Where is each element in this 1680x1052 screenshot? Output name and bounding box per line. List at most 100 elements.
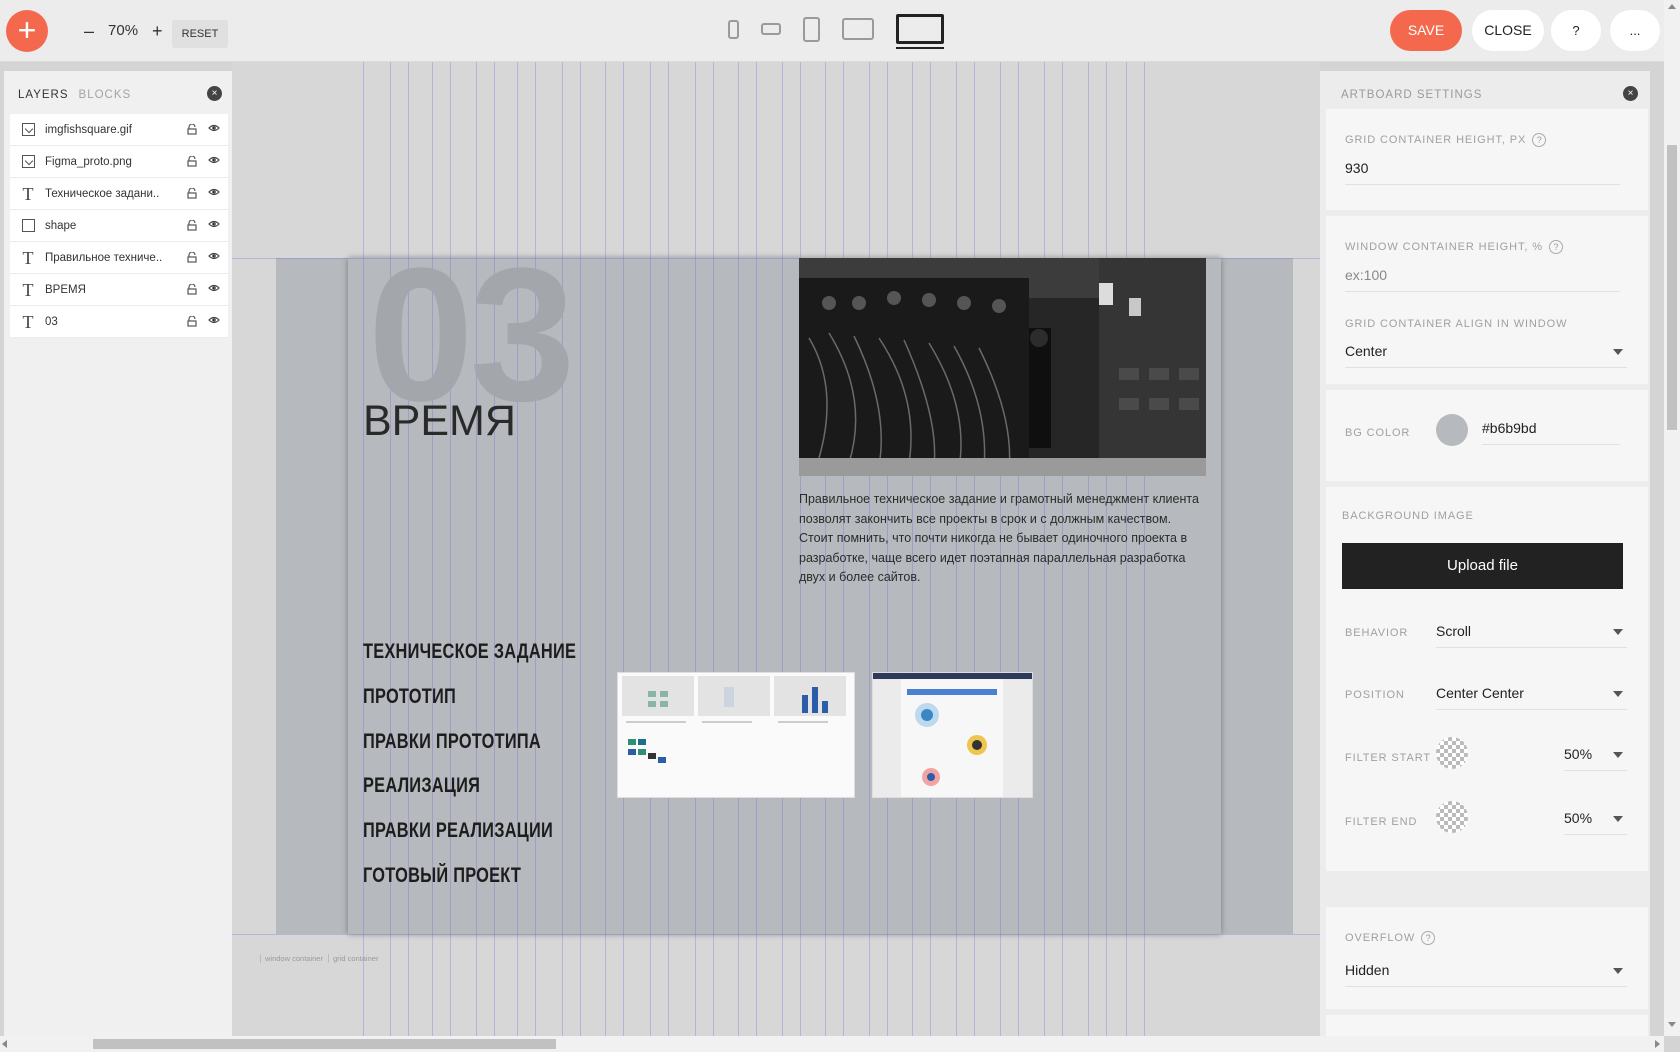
step-item[interactable]: ПРАВКИ ПРОТОТИПА bbox=[363, 730, 541, 754]
artboard-title-text[interactable]: ВРЕМЯ bbox=[363, 397, 516, 446]
eye-icon[interactable] bbox=[208, 283, 220, 296]
close-icon[interactable]: × bbox=[1623, 86, 1638, 101]
help-icon[interactable]: ? bbox=[1421, 931, 1436, 945]
behavior-select[interactable]: Scroll bbox=[1436, 623, 1627, 648]
layer-item[interactable]: T ВРЕМЯ bbox=[10, 274, 228, 306]
scroll-right-arrow-icon[interactable] bbox=[1655, 1040, 1660, 1048]
phone-landscape-icon[interactable] bbox=[761, 23, 781, 35]
layer-item[interactable]: T 03 bbox=[10, 306, 228, 338]
filter-end-swatch[interactable] bbox=[1436, 801, 1468, 833]
grid-column-guide bbox=[668, 62, 669, 1036]
grid-row-guide bbox=[232, 934, 1320, 935]
filter-end-select[interactable]: 50% bbox=[1564, 810, 1627, 835]
computer-room-photo[interactable] bbox=[799, 258, 1206, 476]
zoom-value: 70% bbox=[108, 22, 139, 39]
align-label: GRID CONTAINER ALIGN IN WINDOW bbox=[1345, 318, 1568, 330]
tab-blocks[interactable]: BLOCKS bbox=[79, 89, 132, 109]
grid-column-guide bbox=[450, 62, 451, 1036]
grid-column-guide bbox=[535, 62, 536, 1036]
filter-start-swatch[interactable] bbox=[1436, 737, 1468, 769]
panel-title: ARTBOARD SETTINGS bbox=[1341, 89, 1483, 101]
scroll-down-arrow-icon[interactable] bbox=[1668, 1022, 1676, 1027]
imgfishsquare-thumbnail[interactable] bbox=[872, 672, 1033, 798]
lock-icon[interactable] bbox=[187, 188, 197, 199]
horizontal-scroll-thumb[interactable] bbox=[93, 1039, 556, 1049]
figma-proto-thumbnail[interactable] bbox=[617, 672, 855, 798]
eye-icon[interactable] bbox=[208, 123, 220, 136]
grid-height-input[interactable]: 930 bbox=[1345, 160, 1620, 185]
eye-icon[interactable] bbox=[208, 251, 220, 264]
window-height-input[interactable]: ex:100 bbox=[1345, 267, 1620, 292]
horizontal-scrollbar[interactable] bbox=[0, 1036, 1664, 1052]
scroll-up-arrow-icon[interactable] bbox=[1668, 4, 1676, 9]
vertical-scroll-thumb[interactable] bbox=[1667, 145, 1677, 430]
eye-icon[interactable] bbox=[208, 219, 220, 232]
grid-column-guide bbox=[494, 62, 495, 1036]
grid-column-guide bbox=[390, 62, 391, 1036]
vertical-scrollbar[interactable] bbox=[1664, 0, 1680, 1036]
lock-icon[interactable] bbox=[187, 252, 197, 263]
grid-height-card: GRID CONTAINER HEIGHT, PX? 930 bbox=[1326, 109, 1648, 210]
align-select[interactable]: Center bbox=[1345, 343, 1627, 368]
layer-item[interactable]: Figma_proto.png bbox=[10, 146, 228, 178]
bg-color-swatch[interactable] bbox=[1436, 414, 1468, 446]
filter-start-select[interactable]: 50% bbox=[1564, 746, 1627, 771]
help-icon[interactable]: ? bbox=[1532, 133, 1547, 147]
layer-item[interactable]: shape bbox=[10, 210, 228, 242]
layer-item[interactable]: T Правильное техниче.. bbox=[10, 242, 228, 274]
save-button[interactable]: SAVE bbox=[1390, 10, 1462, 51]
lock-icon[interactable] bbox=[187, 284, 197, 295]
help-button[interactable]: ? bbox=[1551, 10, 1601, 51]
step-item[interactable]: ПРАВКИ РЕАЛИЗАЦИИ bbox=[363, 819, 553, 843]
overflow-select[interactable]: Hidden bbox=[1345, 962, 1627, 987]
editor-canvas[interactable]: 03 ВРЕМЯ ТЕХНИЧЕСКОЕ ЗАДАНИЕ ПРОТОТИП ПР… bbox=[232, 62, 1320, 1036]
grid-column-guide bbox=[695, 62, 696, 1036]
layer-name: ВРЕМЯ bbox=[45, 283, 86, 296]
more-options-button[interactable]: ... bbox=[1610, 10, 1660, 51]
zoom-in-button[interactable]: + bbox=[152, 22, 163, 40]
layer-name: shape bbox=[45, 219, 77, 232]
close-icon[interactable]: × bbox=[207, 86, 222, 101]
eye-icon[interactable] bbox=[208, 155, 220, 168]
description-text[interactable]: Правильное техническое задание и грамотн… bbox=[799, 490, 1199, 588]
grid-column-guide bbox=[605, 62, 606, 1036]
bg-color-input[interactable]: #b6b9bd bbox=[1482, 420, 1620, 445]
bg-image-label: BACKGROUND IMAGE bbox=[1342, 510, 1474, 522]
phone-portrait-icon[interactable] bbox=[728, 19, 739, 39]
image-layer-icon bbox=[20, 154, 36, 170]
position-select[interactable]: Center Center bbox=[1436, 685, 1627, 710]
tablet-portrait-icon[interactable] bbox=[803, 16, 820, 42]
desktop-icon[interactable] bbox=[896, 14, 944, 49]
step-item[interactable]: ГОТОВЫЙ ПРОЕКТ bbox=[363, 864, 521, 888]
close-button[interactable]: CLOSE bbox=[1472, 10, 1544, 51]
tab-layers[interactable]: LAYERS bbox=[18, 89, 69, 109]
lock-icon[interactable] bbox=[187, 220, 197, 231]
grid-column-guide bbox=[756, 62, 757, 1036]
reset-zoom-button[interactable]: RESET bbox=[172, 20, 228, 48]
layer-name: Figma_proto.png bbox=[45, 155, 132, 168]
scroll-left-arrow-icon[interactable] bbox=[2, 1040, 7, 1048]
eye-icon[interactable] bbox=[208, 187, 220, 200]
eye-icon[interactable] bbox=[208, 315, 220, 328]
step-item[interactable]: РЕАЛИЗАЦИЯ bbox=[363, 774, 480, 798]
lock-icon[interactable] bbox=[187, 156, 197, 167]
chevron-down-icon bbox=[1613, 752, 1623, 758]
grid-height-label: GRID CONTAINER HEIGHT, PX? bbox=[1345, 133, 1547, 147]
step-item[interactable]: ТЕХНИЧЕСКОЕ ЗАДАНИЕ bbox=[363, 640, 576, 664]
filter-start-label: FILTER START bbox=[1345, 752, 1431, 764]
text-layer-icon: T bbox=[22, 279, 34, 300]
tablet-landscape-icon[interactable] bbox=[842, 18, 874, 40]
layer-item[interactable]: T Техническое задани.. bbox=[10, 178, 228, 210]
help-icon[interactable]: ? bbox=[1548, 240, 1563, 254]
layer-name: imgfishsquare.gif bbox=[45, 123, 132, 136]
add-block-button[interactable]: + bbox=[6, 10, 48, 52]
layer-name: 03 bbox=[45, 315, 58, 328]
step-item[interactable]: ПРОТОТИП bbox=[363, 685, 456, 709]
upload-file-button[interactable]: Upload file bbox=[1342, 543, 1623, 589]
lock-icon[interactable] bbox=[187, 124, 197, 135]
layer-item[interactable]: imgfishsquare.gif bbox=[10, 114, 228, 146]
window-height-card: WINDOW CONTAINER HEIGHT, %? ex:100 GRID … bbox=[1326, 216, 1648, 384]
zoom-out-button[interactable]: – bbox=[84, 22, 94, 40]
window-height-label: WINDOW CONTAINER HEIGHT, %? bbox=[1345, 240, 1563, 254]
lock-icon[interactable] bbox=[187, 316, 197, 327]
